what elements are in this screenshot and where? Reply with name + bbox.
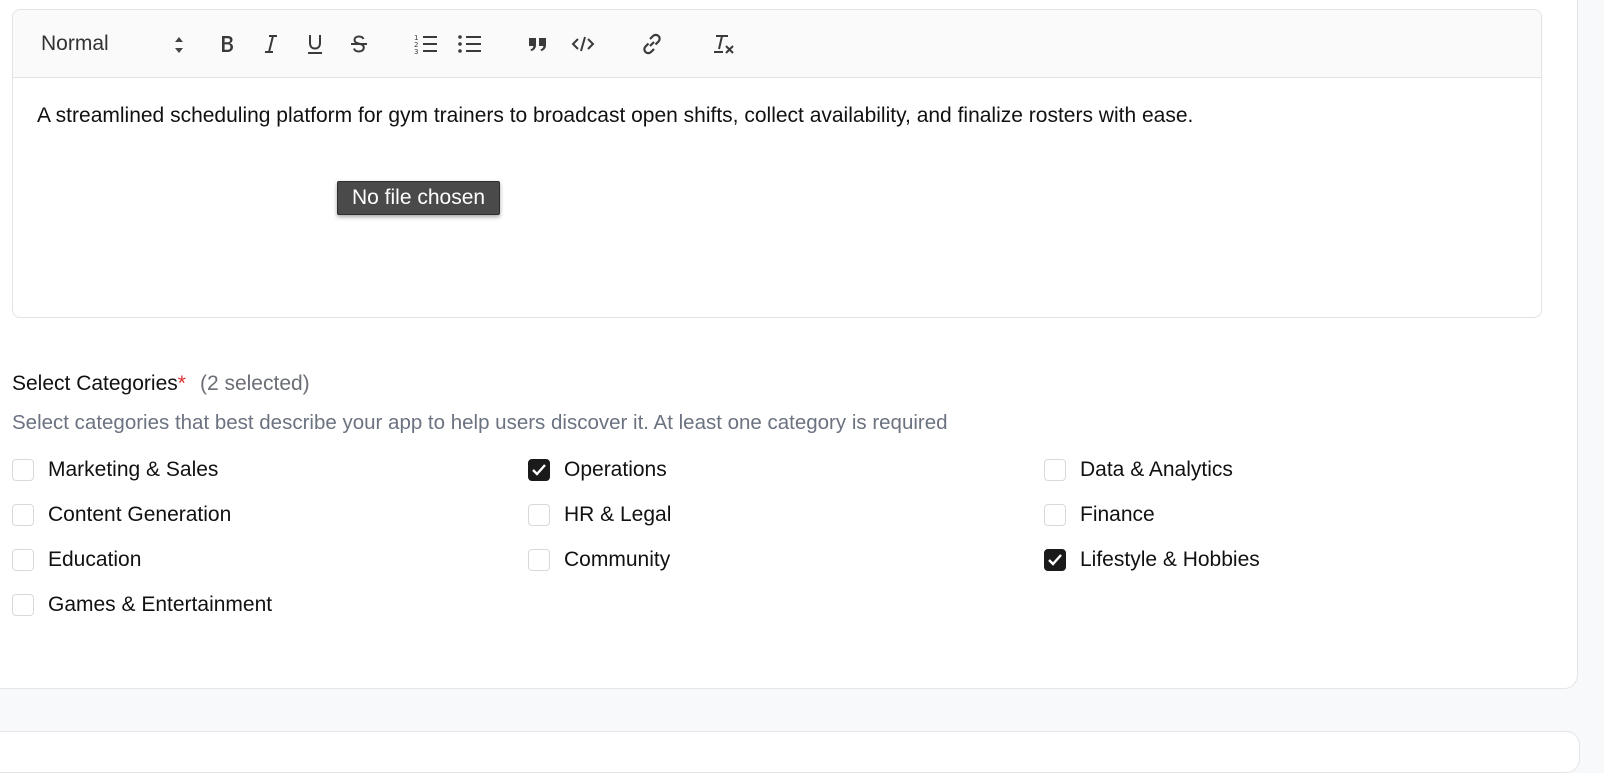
next-card [0, 731, 1580, 773]
category-operations[interactable]: Operations [528, 458, 667, 482]
checkbox[interactable] [12, 549, 34, 571]
editor-toolbar: Normal 123 [13, 10, 1541, 78]
category-label: Education [48, 548, 142, 571]
category-hr-legal[interactable]: HR & Legal [528, 503, 671, 527]
required-mark: * [177, 372, 186, 395]
checkbox[interactable] [12, 594, 34, 616]
category-label: Games & Entertainment [48, 593, 273, 616]
italic-icon[interactable] [257, 30, 285, 58]
categories-heading: Select Categories* (2 selected) [12, 372, 310, 396]
category-content-generation[interactable]: Content Generation [12, 503, 231, 527]
code-icon[interactable] [568, 30, 598, 58]
category-finance[interactable]: Finance [1044, 503, 1155, 527]
category-marketing-sales[interactable]: Marketing & Sales [12, 458, 218, 482]
category-education[interactable]: Education [12, 548, 141, 572]
category-community[interactable]: Community [528, 548, 670, 572]
format-select[interactable]: Normal [41, 30, 191, 58]
link-icon[interactable] [637, 30, 667, 58]
select-arrows-icon [173, 34, 185, 62]
bullet-list-icon[interactable] [455, 30, 485, 58]
editor-content[interactable]: A streamlined scheduling platform for gy… [13, 78, 1541, 154]
category-label: Community [564, 548, 671, 571]
categories-description: Select categories that best describe you… [12, 411, 948, 434]
category-label: Data & Analytics [1080, 458, 1233, 481]
category-label: Marketing & Sales [48, 458, 219, 481]
blockquote-icon[interactable] [523, 30, 553, 58]
selected-count: (2 selected) [199, 372, 310, 395]
category-label: Lifestyle & Hobbies [1080, 548, 1260, 571]
ordered-list-icon[interactable]: 123 [411, 30, 441, 58]
clear-formatting-icon[interactable] [709, 30, 739, 58]
checkbox-checked[interactable] [1044, 549, 1066, 571]
checkbox[interactable] [1044, 504, 1066, 526]
category-data-analytics[interactable]: Data & Analytics [1044, 458, 1233, 482]
checkbox-checked[interactable] [528, 459, 550, 481]
svg-text:3: 3 [414, 48, 418, 56]
checkbox[interactable] [528, 549, 550, 571]
underline-icon[interactable] [301, 30, 329, 58]
check-icon [532, 464, 546, 476]
checkbox[interactable] [12, 504, 34, 526]
rich-text-editor: Normal 123 A streamlined scheduling plat… [12, 9, 1542, 318]
category-lifestyle-hobbies[interactable]: Lifestyle & Hobbies [1044, 548, 1260, 572]
bold-icon[interactable] [213, 30, 241, 58]
category-games-entertainment[interactable]: Games & Entertainment [12, 593, 272, 617]
category-label: Content Generation [48, 503, 232, 526]
checkbox[interactable] [1044, 459, 1066, 481]
category-label: Finance [1080, 503, 1155, 526]
category-label: Operations [564, 458, 667, 481]
check-icon [1048, 554, 1062, 566]
format-select-value: Normal [41, 32, 109, 55]
strikethrough-icon[interactable] [345, 30, 373, 58]
categories-title: Select Categories [12, 372, 178, 395]
file-tooltip: No file chosen [337, 181, 501, 215]
checkbox[interactable] [528, 504, 550, 526]
category-label: HR & Legal [564, 503, 672, 526]
checkbox[interactable] [12, 459, 34, 481]
